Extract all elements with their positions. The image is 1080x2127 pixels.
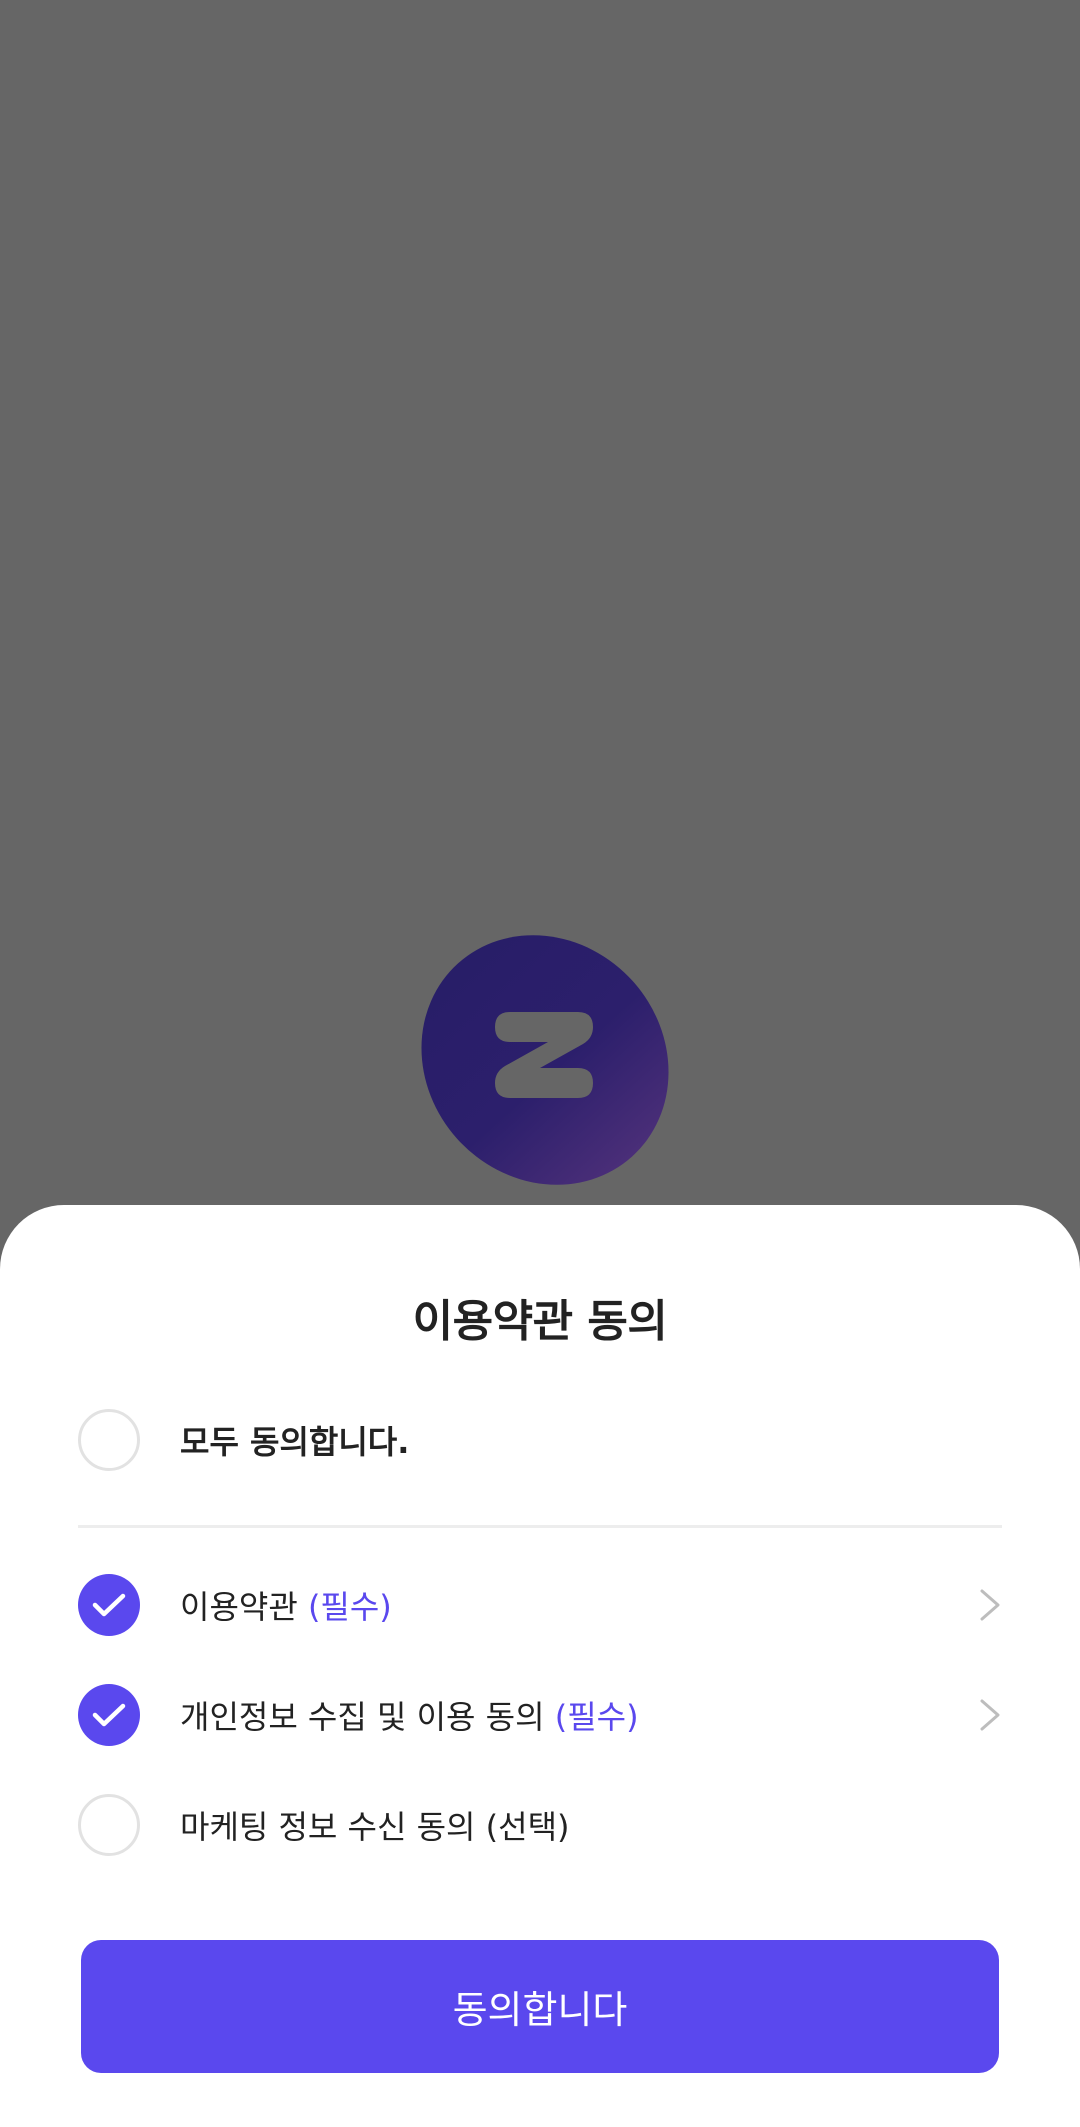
terms-marketing-label: 마케팅 정보 수신 동의 (선택) [180, 1808, 570, 1846]
required-tag: (필수) [554, 1698, 639, 1736]
terms-item-marketing[interactable]: 마케팅 정보 수신 동의 (선택) [78, 1790, 1002, 1860]
terms-privacy-checkbox[interactable] [78, 1684, 140, 1746]
checkmark-icon [92, 1703, 126, 1727]
chevron-right-icon[interactable] [978, 1588, 1002, 1622]
terms-item-service[interactable]: 이용약관 (필수) [78, 1570, 1002, 1640]
chevron-right-icon[interactable] [978, 1698, 1002, 1732]
terms-bottom-sheet: 이용약관 동의 모두 동의합니다. 이용약관 (필수) 개인정보 수집 및 이용… [0, 1205, 1080, 2127]
divider [78, 1525, 1002, 1528]
checkmark-icon [92, 1593, 126, 1617]
terms-service-label: 이용약관 (필수) [180, 1588, 392, 1626]
required-tag: (필수) [307, 1588, 392, 1626]
z-logo-icon [421, 935, 669, 1185]
terms-item-privacy[interactable]: 개인정보 수집 및 이용 동의 (필수) [78, 1680, 1002, 1750]
sheet-title: 이용약관 동의 [412, 1296, 668, 1347]
terms-service-checkbox[interactable] [78, 1574, 140, 1636]
agree-all-row[interactable]: 모두 동의합니다. [78, 1405, 1002, 1475]
agree-all-checkbox[interactable] [78, 1409, 140, 1471]
agree-button[interactable]: 동의합니다 [81, 1940, 999, 2073]
terms-marketing-checkbox[interactable] [78, 1794, 140, 1856]
agree-all-label: 모두 동의합니다. [180, 1423, 410, 1461]
terms-privacy-label: 개인정보 수집 및 이용 동의 (필수) [180, 1698, 639, 1736]
